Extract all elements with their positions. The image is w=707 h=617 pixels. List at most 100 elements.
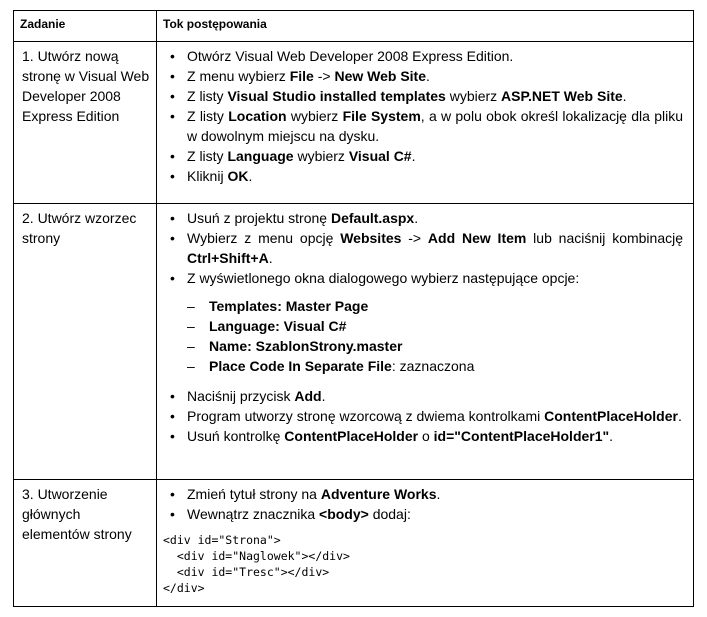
header-row: Zadanie Tok postępowania	[13, 10, 694, 42]
task-cell: 3. Utworzenie głównych elementów strony	[13, 479, 157, 607]
procedure-cell: • Usuń z projektu stronę Default.aspx. • Wy…	[156, 203, 694, 480]
bold-text: New Web Site	[334, 68, 426, 84]
text: Z listy	[187, 108, 229, 124]
step-item: • Usuń z projektu stronę Default.aspx.	[163, 208, 683, 228]
text: Program utworzy stronę wzorcową z dwiema…	[187, 408, 545, 424]
text: .	[268, 250, 273, 266]
bullet-icon: •	[170, 388, 175, 404]
bold-text: File System	[342, 108, 421, 124]
header-task-label: Zadanie	[20, 17, 66, 31]
step-item: • Z listy Language wybierz Visual C#.	[163, 146, 683, 166]
bullet-icon: •	[170, 408, 175, 424]
bullet-icon: •	[170, 108, 175, 124]
bold-text: ContentPlaceHolder	[544, 408, 678, 424]
text: Zmień tytuł strony na	[187, 486, 321, 502]
bold-text: ContentPlaceHolder	[284, 428, 419, 444]
text: .	[411, 148, 416, 164]
text: Z wyświetlonego okna dialogowego wybierz…	[187, 270, 580, 286]
text: .	[609, 428, 614, 444]
option-item: – Templates: Master Page	[187, 296, 683, 316]
options-list: – Templates: Master Page – Language: Visual…	[187, 296, 683, 376]
bullet-icon: •	[170, 148, 175, 164]
text: o	[418, 428, 434, 444]
bold-text: Place Code In Separate File	[209, 358, 392, 374]
bold-text: Language	[227, 148, 294, 164]
bullet-icon: •	[170, 210, 175, 226]
step-item: • Z listy Visual Studio installed templat…	[163, 86, 683, 106]
bullet-icon: •	[170, 428, 175, 444]
text: Z menu wybierz	[187, 68, 290, 84]
bold-text: Language: Visual C#	[209, 318, 347, 334]
bold-text: Templates: Master Page	[209, 298, 369, 314]
bold-text: Add	[294, 388, 322, 404]
step-item: • Usuń kontrolkę ContentPlaceHolder o id=…	[163, 426, 683, 446]
text: Otwórz Visual Web Developer 2008 Express…	[187, 48, 514, 64]
code-snippet: <div id="Strona"> <div id="Naglowek"></d…	[163, 533, 350, 595]
text: Z listy	[187, 148, 228, 164]
step-list: • Zmień tytuł strony na Adventure Works. •…	[157, 480, 693, 524]
bullet-icon: •	[170, 48, 175, 64]
bold-text: Visual C#	[348, 148, 412, 164]
text: .	[622, 88, 627, 104]
text: ->	[401, 230, 428, 246]
text: Wewnątrz znacznika	[187, 506, 320, 522]
instructions-table: Zadanie Tok postępowania 1. Utwórz nową …	[13, 10, 694, 607]
options-container: – Templates: Master Page – Language: Visual…	[163, 296, 683, 376]
text: Usuń z projektu stronę	[187, 210, 331, 226]
text: Kliknij	[187, 168, 228, 184]
step-list: • Usuń z projektu stronę Default.aspx. • Wy…	[157, 204, 693, 446]
table-row: 1. Utwórz nową stronę w Visual Web Devel…	[13, 41, 694, 204]
text: .	[677, 408, 682, 424]
step-item: • Z menu wybierz File -> New Web Site.	[163, 66, 683, 86]
bullet-icon: •	[170, 168, 175, 184]
step-list: • Otwórz Visual Web Developer 2008 Expres…	[157, 42, 693, 186]
step-item: • Zmień tytuł strony na Adventure Works.	[163, 484, 683, 504]
option-item: – Name: SzablonStrony.master	[187, 336, 683, 356]
task-cell: 2. Utwórz wzorzec strony	[13, 203, 157, 480]
text: .	[414, 210, 419, 226]
step-item: • Z wyświetlonego okna dialogowego wybier…	[163, 268, 683, 288]
bold-text: File	[289, 68, 314, 84]
text: .	[436, 486, 441, 502]
bullet-icon: •	[170, 270, 175, 286]
text: wybierz	[286, 108, 343, 124]
step-item: • Wybierz z menu opcję Websites -> Add Ne…	[163, 228, 683, 268]
text: wybierz	[445, 88, 502, 104]
bold-text: ASP.NET Web Site	[501, 88, 623, 104]
step-item: • Kliknij OK.	[163, 166, 683, 186]
bullet-icon: •	[170, 486, 175, 502]
procedure-cell: • Otwórz Visual Web Developer 2008 Expres…	[156, 41, 694, 204]
text: dodaj:	[368, 506, 411, 522]
bold-text: <body>	[319, 506, 369, 522]
step-item: • Naciśnij przycisk Add.	[163, 386, 683, 406]
text: : zaznaczona	[391, 358, 475, 374]
dash-icon: –	[187, 338, 195, 354]
text: lub naciśnij kombinację	[526, 230, 684, 246]
table-row: 2. Utwórz wzorzec strony • Usuń z projekt…	[13, 203, 694, 480]
bold-text: Websites	[340, 230, 402, 246]
header-task: Zadanie	[13, 10, 157, 42]
text: Naciśnij przycisk	[187, 388, 295, 404]
task-cell: 1. Utwórz nową stronę w Visual Web Devel…	[13, 41, 157, 204]
bold-text: Visual Studio installed templates	[227, 88, 446, 104]
step-item: • Z listy Location wybierz File System, a…	[163, 106, 683, 146]
dash-icon: –	[187, 318, 195, 334]
text: .	[426, 68, 430, 84]
step-item: • Program utworzy stronę wzorcową z dwiem…	[163, 406, 683, 426]
procedure-cell: • Zmień tytuł strony na Adventure Works. •…	[156, 479, 694, 607]
bold-text: id="ContentPlaceHolder1"	[433, 428, 610, 444]
text: .	[248, 168, 253, 184]
text: wybierz	[293, 148, 349, 164]
text: ->	[313, 68, 335, 84]
text: Z listy	[187, 88, 228, 104]
text: Wybierz z menu opcję	[187, 230, 341, 246]
table-row: 3. Utworzenie głównych elementów strony …	[13, 479, 694, 607]
step-item: • Wewnątrz znacznika <body> dodaj:	[163, 504, 683, 524]
dash-icon: –	[187, 358, 195, 374]
bold-text: Ctrl+Shift+A	[187, 250, 269, 266]
bullet-icon: •	[170, 68, 175, 84]
header-procedure: Tok postępowania	[156, 10, 694, 42]
bullet-icon: •	[170, 506, 175, 522]
option-item: – Language: Visual C#	[187, 316, 683, 336]
bold-text: Name: SzablonStrony.master	[209, 338, 403, 354]
